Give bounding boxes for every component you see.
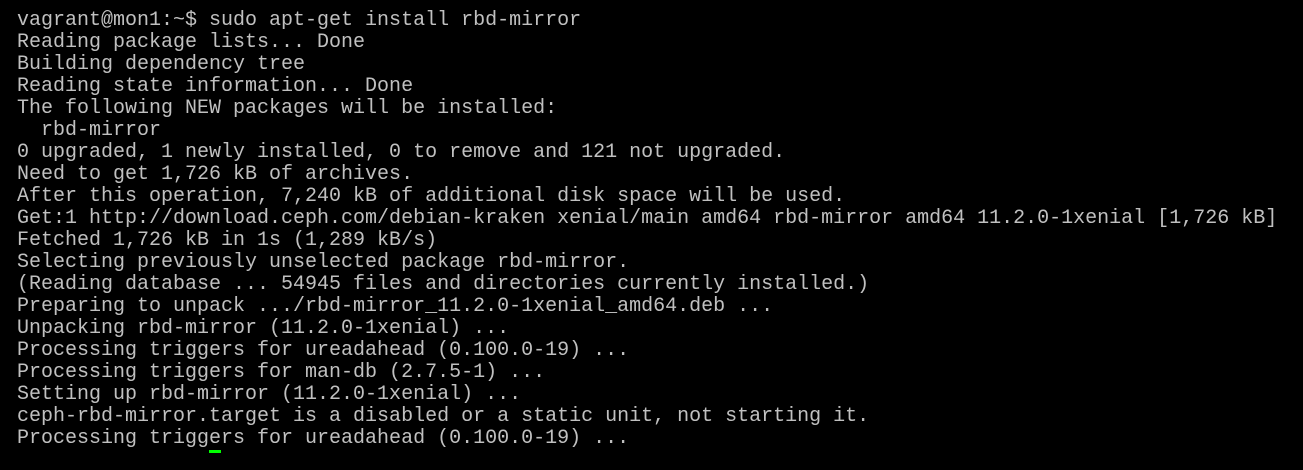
terminal-window[interactable]: vagrant@mon1:~$ sudo apt-get install rbd… bbox=[0, 0, 1303, 470]
terminal-output-line: Get:1 http://download.ceph.com/debian-kr… bbox=[17, 207, 1278, 230]
terminal-cursor bbox=[209, 450, 221, 453]
terminal-output-line: Processing triggers for ureadahead (0.10… bbox=[17, 339, 630, 362]
terminal-output-line: Setting up rbd-mirror (11.2.0-1xenial) .… bbox=[17, 383, 522, 406]
terminal-output-line: Reading state information... Done bbox=[17, 75, 414, 98]
terminal-output-line: Unpacking rbd-mirror (11.2.0-1xenial) ..… bbox=[17, 317, 510, 340]
terminal-output-line: Reading package lists... Done bbox=[17, 31, 366, 54]
terminal-output-line: rbd-mirror bbox=[17, 119, 162, 142]
terminal-output-line: Preparing to unpack .../rbd-mirror_11.2.… bbox=[17, 295, 774, 318]
terminal-output-line: (Reading database ... 54945 files and di… bbox=[17, 273, 870, 296]
terminal-output-line: Fetched 1,726 kB in 1s (1,289 kB/s) bbox=[17, 229, 438, 252]
terminal-output-line: Processing triggers for ureadahead (0.10… bbox=[17, 427, 630, 450]
terminal-output-line: The following NEW packages will be insta… bbox=[17, 97, 558, 120]
terminal-command-line: vagrant@mon1:~$ sudo apt-get install rbd… bbox=[17, 9, 582, 32]
terminal-output-line: Building dependency tree bbox=[17, 53, 306, 76]
terminal-output-line: Need to get 1,726 kB of archives. bbox=[17, 163, 414, 186]
terminal-output-line: 0 upgraded, 1 newly installed, 0 to remo… bbox=[17, 141, 786, 164]
terminal-output-line: Processing triggers for man-db (2.7.5-1)… bbox=[17, 361, 546, 384]
terminal-output-line: ceph-rbd-mirror.target is a disabled or … bbox=[17, 405, 870, 428]
terminal-output-line: After this operation, 7,240 kB of additi… bbox=[17, 185, 846, 208]
terminal-output-line: Selecting previously unselected package … bbox=[17, 251, 630, 274]
